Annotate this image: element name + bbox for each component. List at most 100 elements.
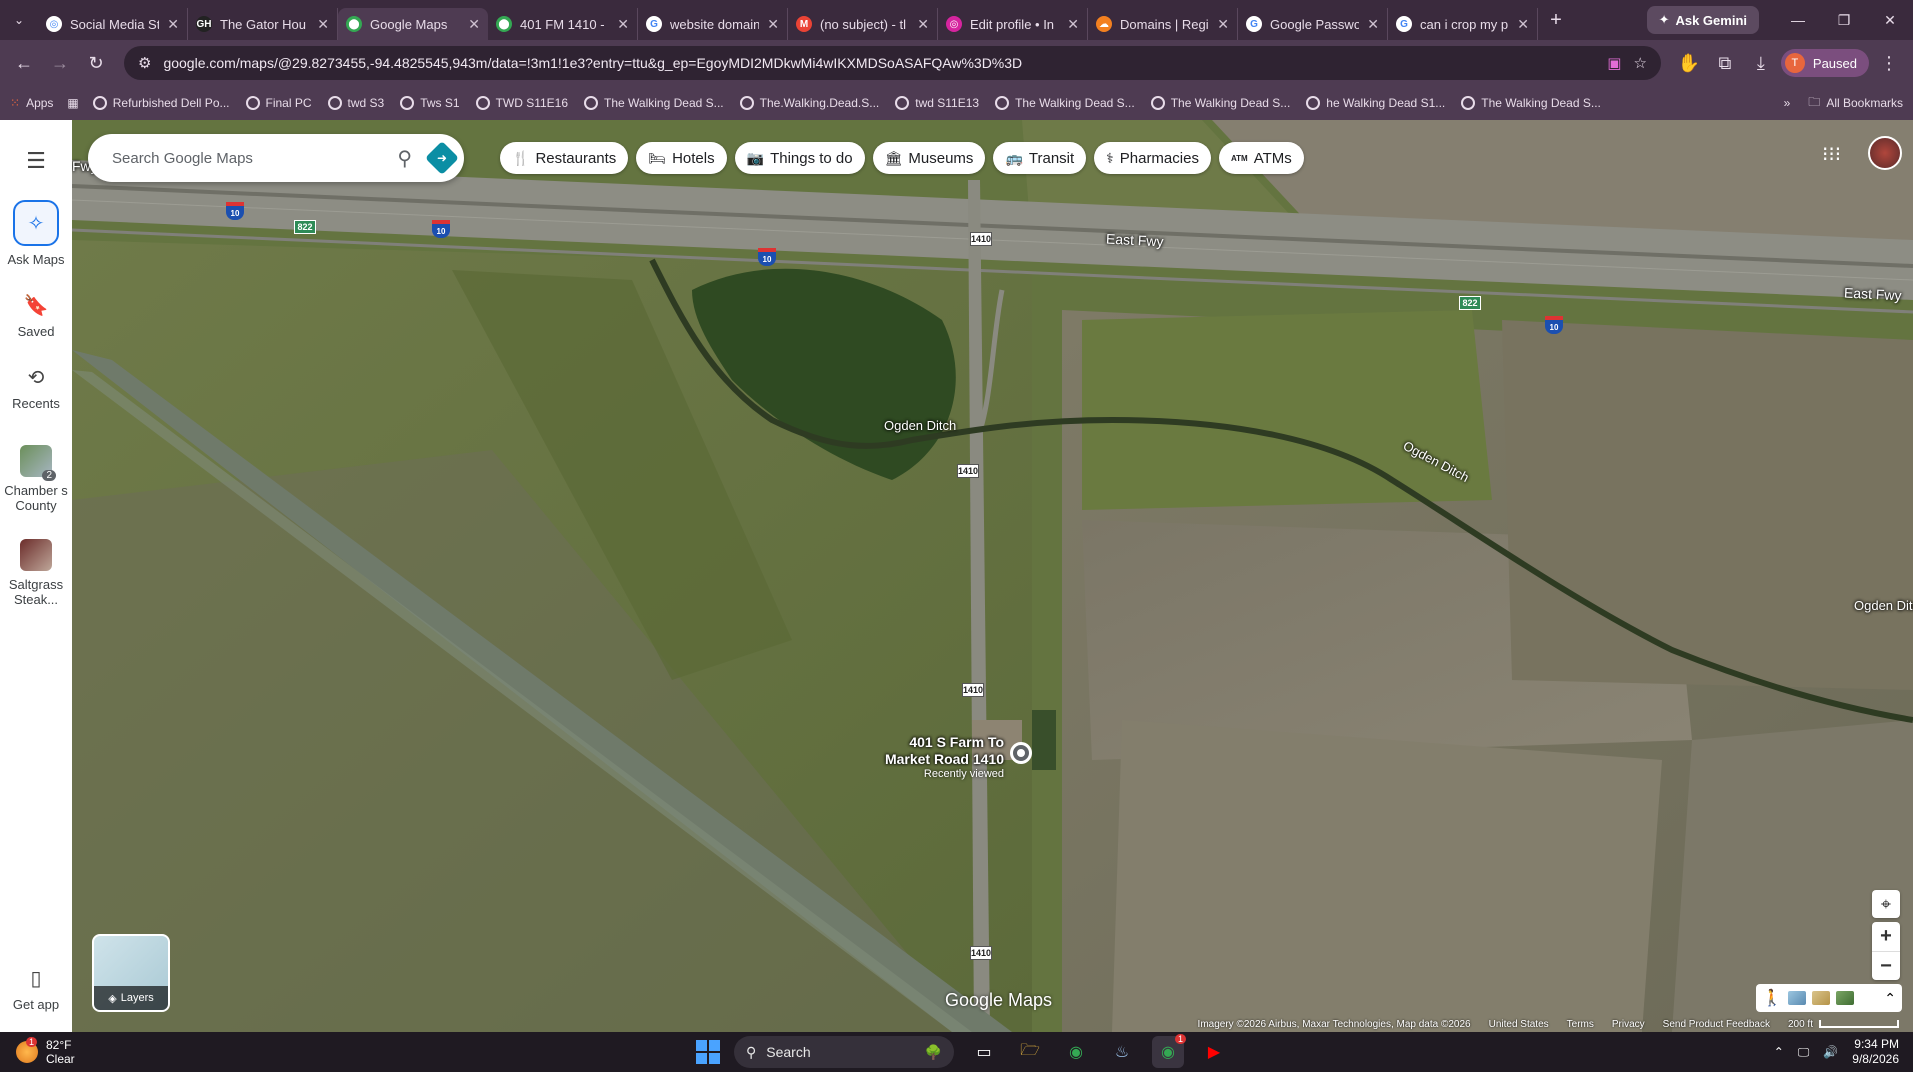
bookmark-item[interactable]: The.Walking.Dead.S... xyxy=(739,96,879,110)
taskbar-search[interactable]: ⚲ Search 🌳 xyxy=(734,1036,954,1068)
bookmark-item[interactable]: TWD S11E16 xyxy=(475,96,568,110)
new-tab-button[interactable]: + xyxy=(1538,9,1574,32)
youtube-icon[interactable]: ▶ xyxy=(1198,1036,1230,1068)
place-pin-label[interactable]: 401 S Farm To Market Road 1410 xyxy=(880,734,1004,768)
account-avatar[interactable] xyxy=(1868,136,1902,170)
clock[interactable]: 9:34 PM 9/8/2026 xyxy=(1852,1037,1899,1067)
saved-button[interactable]: 🔖 Saved xyxy=(3,293,69,339)
location-pin-icon[interactable] xyxy=(1010,742,1032,764)
download-icon[interactable]: ⤓ xyxy=(1745,47,1777,79)
recents-button[interactable]: ⟲ Recents xyxy=(3,365,69,411)
bookmark-item[interactable]: Refurbished Dell Po... xyxy=(92,96,230,110)
network-icon[interactable]: 🖵 xyxy=(1798,1045,1810,1060)
browser-tab[interactable]: ☁ Domains | Regi ✕ xyxy=(1088,8,1238,40)
search-icon[interactable]: ⚲ xyxy=(397,146,412,171)
tab-close-icon[interactable]: ✕ xyxy=(317,16,329,33)
bookmark-item[interactable]: The Walking Dead S... xyxy=(1461,96,1601,110)
tab-groups-icon[interactable]: ▦ xyxy=(67,96,78,110)
tab-close-icon[interactable]: ✕ xyxy=(1067,16,1079,33)
directions-icon[interactable]: ➜ xyxy=(425,141,459,175)
tab-close-icon[interactable]: ✕ xyxy=(1517,16,1529,33)
ask-gemini-button[interactable]: ✦ Ask Gemini xyxy=(1646,6,1759,34)
bookmark-apps[interactable]: ⁙ Apps xyxy=(10,96,53,110)
browser-tab[interactable]: G can i crop my p ✕ xyxy=(1388,8,1538,40)
browser-tab[interactable]: ⬤ 401 FM 1410 - ✕ xyxy=(488,8,638,40)
chip-museums[interactable]: 🏛 Museums xyxy=(872,142,986,174)
windows-start-icon[interactable] xyxy=(696,1040,720,1064)
bookmark-star-icon[interactable]: ☆ xyxy=(1633,54,1646,72)
back-button[interactable]: ← xyxy=(8,47,40,79)
chip-transit[interactable]: 🚌 Transit xyxy=(993,142,1087,174)
get-app-button[interactable]: ▯ Get app xyxy=(13,966,59,1012)
browser-tab[interactable]: ◎ Social Media St ✕ xyxy=(38,8,188,40)
task-view-icon[interactable]: ▭ xyxy=(968,1036,1000,1068)
tab-close-icon[interactable]: ✕ xyxy=(767,16,779,33)
browser-tab[interactable]: ⬤ Google Maps ✕ xyxy=(338,8,488,40)
recent-place-chambers-county[interactable]: 2 Chamber s County xyxy=(3,445,69,513)
steam-icon[interactable]: ♨ xyxy=(1106,1036,1138,1068)
google-apps-icon[interactable]: ⁝⁝⁝ xyxy=(1822,142,1841,167)
scale-bar[interactable]: 200 ft xyxy=(1788,1019,1899,1030)
bookmark-item[interactable]: The Walking Dead S... xyxy=(584,96,724,110)
satellite-type-thumb[interactable] xyxy=(1835,991,1854,1005)
feedback-link[interactable]: Send Product Feedback xyxy=(1663,1019,1770,1030)
bookmarks-overflow-icon[interactable]: » xyxy=(1784,96,1791,110)
chip-restaurants[interactable]: 🍴 Restaurants xyxy=(500,142,629,174)
zoom-out-button[interactable]: − xyxy=(1872,951,1900,980)
tab-close-icon[interactable]: ✕ xyxy=(617,16,629,33)
browser-tab[interactable]: M (no subject) - tl ✕ xyxy=(788,8,938,40)
address-bar[interactable]: ⚙ google.com/maps/@29.8273455,-94.482554… xyxy=(124,46,1661,80)
tray-chevron-icon[interactable]: ⌃ xyxy=(1774,1045,1784,1059)
pegman-icon[interactable]: 🚶 xyxy=(1762,988,1782,1008)
site-info-icon[interactable]: ⚙ xyxy=(138,54,151,72)
terrain-type-thumb[interactable] xyxy=(1811,991,1830,1005)
terms-link[interactable]: Terms xyxy=(1567,1019,1594,1030)
tab-close-icon[interactable]: ✕ xyxy=(468,16,480,33)
profile-button[interactable]: T Paused xyxy=(1780,49,1869,77)
menu-hamburger-icon[interactable]: ☰ xyxy=(26,148,46,174)
tab-close-icon[interactable]: ✕ xyxy=(167,16,179,33)
country-link[interactable]: United States xyxy=(1489,1019,1549,1030)
file-explorer-icon[interactable]: 🗁 xyxy=(1014,1036,1046,1068)
volume-icon[interactable]: 🔊 xyxy=(1823,1045,1838,1059)
chip-pharmacies[interactable]: ⚕ Pharmacies xyxy=(1094,142,1211,174)
browser-tab[interactable]: ◎ Edit profile • In ✕ xyxy=(938,8,1088,40)
bookmark-item[interactable]: twd S3 xyxy=(327,96,384,110)
browser-tab[interactable]: G Google Passwo ✕ xyxy=(1238,8,1388,40)
layers-button[interactable]: ◈ Layers xyxy=(92,934,170,1012)
bookmark-item[interactable]: The Walking Dead S... xyxy=(995,96,1135,110)
close-window-button[interactable]: ✕ xyxy=(1867,12,1913,29)
browser-tab[interactable]: GH The Gator Hou ✕ xyxy=(188,8,338,40)
chip-atms[interactable]: ATM ATMs xyxy=(1218,142,1304,174)
tab-close-icon[interactable]: ✕ xyxy=(1217,16,1229,33)
bookmark-item[interactable]: Final PC xyxy=(245,96,312,110)
minimize-button[interactable]: — xyxy=(1775,12,1821,29)
chip-hotels[interactable]: 🛏 Hotels xyxy=(636,142,727,174)
forward-button[interactable]: → xyxy=(44,47,76,79)
satellite-map[interactable] xyxy=(71,120,1913,1032)
expand-chevron-icon[interactable]: ⌃ xyxy=(1884,990,1896,1007)
tab-close-icon[interactable]: ✕ xyxy=(1367,16,1379,33)
bookmark-item[interactable]: The Walking Dead S... xyxy=(1150,96,1290,110)
recent-place-saltgrass[interactable]: Saltgrass Steak... xyxy=(3,539,69,607)
browser-tab[interactable]: G website domain ✕ xyxy=(638,8,788,40)
bookmark-item[interactable]: Tws S1 xyxy=(400,96,460,110)
extension-red-icon[interactable]: ✋ xyxy=(1673,47,1705,79)
all-bookmarks[interactable]: 🗀 All Bookmarks xyxy=(1808,93,1903,114)
chip-things-to-do[interactable]: 📷 Things to do xyxy=(734,142,865,174)
restore-button[interactable]: ❐ xyxy=(1821,12,1867,29)
zoom-in-button[interactable]: + xyxy=(1872,922,1900,951)
weather-widget[interactable]: 1 82°F Clear xyxy=(16,1037,75,1066)
ask-maps-button[interactable]: ✧ Ask Maps xyxy=(3,200,69,267)
tab-search-button[interactable]: ⌄ xyxy=(0,0,38,40)
cast-icon[interactable]: ▣ xyxy=(1607,54,1621,72)
reload-button[interactable]: ↻ xyxy=(80,47,112,79)
extensions-puzzle-icon[interactable]: ⧉ xyxy=(1709,47,1741,79)
search-input[interactable] xyxy=(112,149,398,167)
map-type-thumb[interactable] xyxy=(1787,991,1806,1005)
tab-close-icon[interactable]: ✕ xyxy=(917,16,929,33)
chrome-icon[interactable]: ◉ xyxy=(1060,1036,1092,1068)
my-location-button[interactable]: ⌖ xyxy=(1872,890,1900,918)
chrome-profile-icon[interactable]: ◉ 1 xyxy=(1152,1034,1186,1068)
chrome-menu-icon[interactable]: ⋮ xyxy=(1873,47,1905,79)
